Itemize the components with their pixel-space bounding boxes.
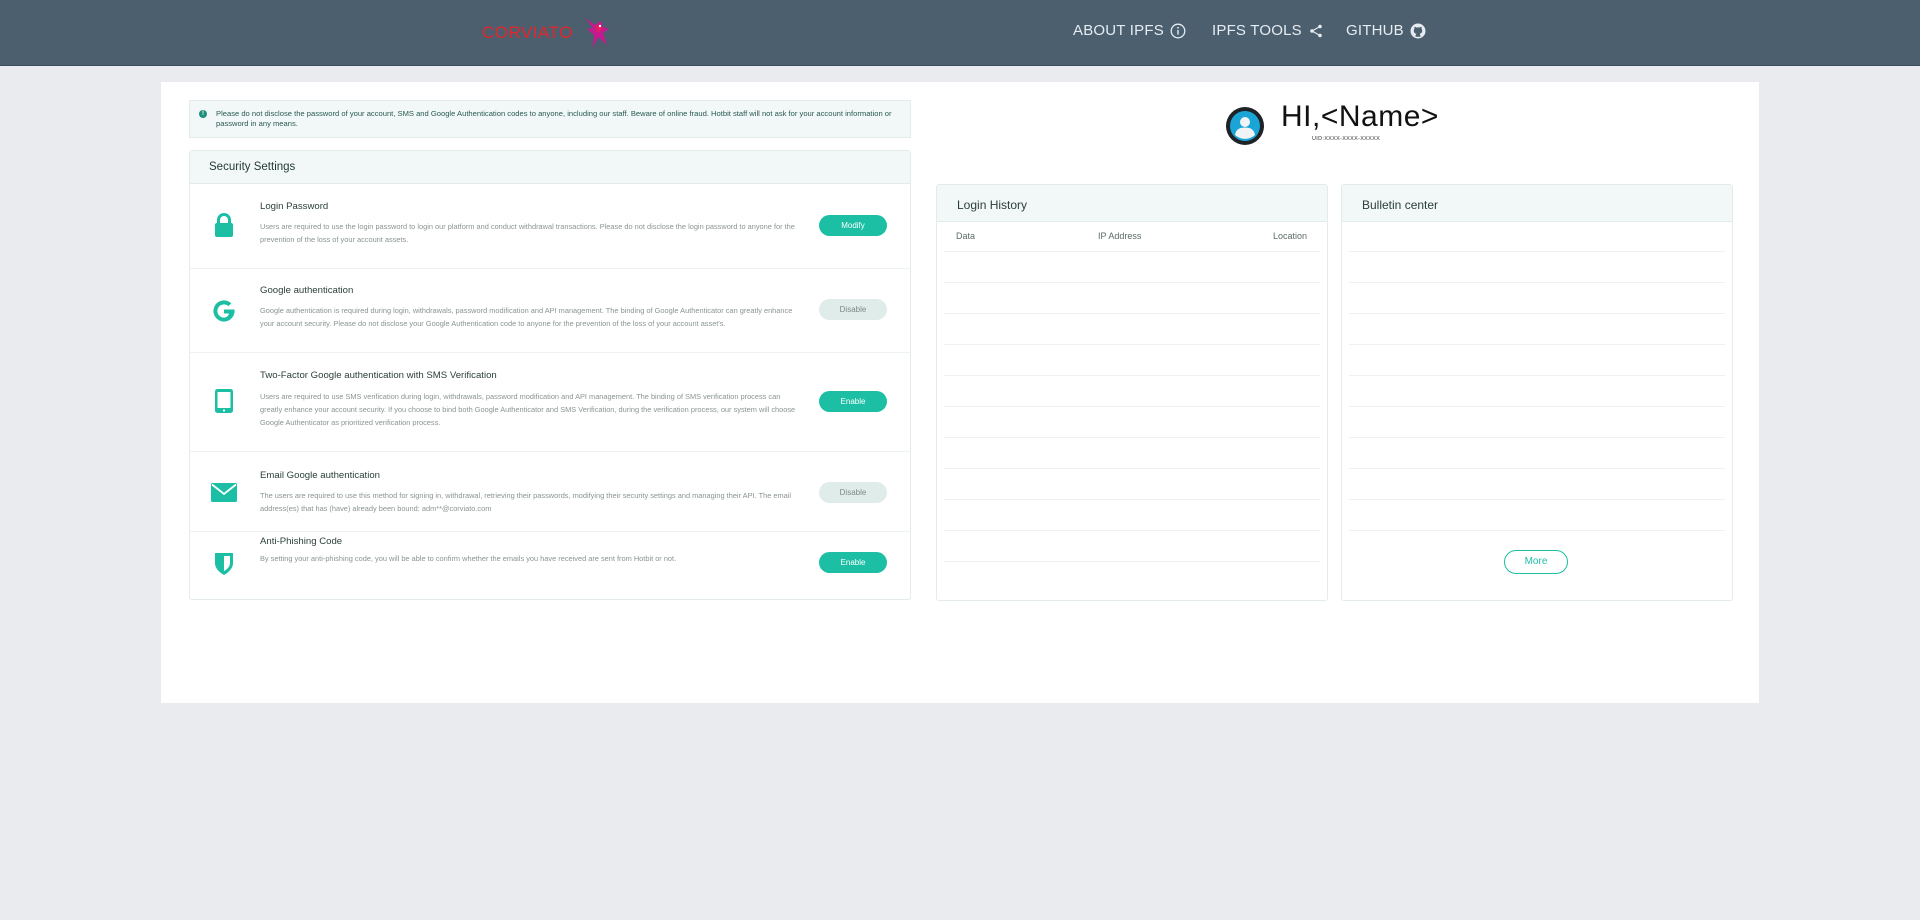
list-divider — [1349, 406, 1725, 407]
list-divider — [1349, 282, 1725, 283]
security-settings-card: Security Settings Login Password Users a… — [189, 150, 911, 600]
security-settings-title: Security Settings — [190, 151, 910, 184]
enable-sms-verification-button[interactable]: Enable — [819, 391, 887, 412]
list-divider — [1349, 499, 1725, 500]
list-divider — [1349, 468, 1725, 469]
sms-verification-title: Two-Factor Google authentication with SM… — [260, 370, 497, 381]
info-circle-icon — [1170, 23, 1186, 38]
list-divider — [1349, 251, 1725, 252]
list-divider — [1349, 313, 1725, 314]
anti-phishing-title: Anti-Phishing Code — [260, 536, 343, 547]
list-divider — [1349, 375, 1725, 376]
table-row-divider — [944, 530, 1320, 531]
list-divider — [1349, 344, 1725, 345]
login-history-title: Login History — [937, 185, 1327, 222]
table-row-divider — [944, 282, 1320, 283]
google-icon — [213, 300, 235, 322]
bulletin-center-card: Bulletin center More — [1341, 184, 1733, 601]
nav-about-label: ABOUT IPFS — [1073, 22, 1164, 39]
table-row-divider — [944, 344, 1320, 345]
brand-name: CORVIATO — [482, 23, 573, 42]
info-icon: ! — [199, 110, 207, 118]
table-row-divider — [944, 437, 1320, 438]
security-row-email-auth: Email Google authentication The users ar… — [190, 452, 910, 532]
security-row-login-password: Login Password Users are required to use… — [190, 185, 910, 269]
bulletin-more-button[interactable]: More — [1504, 550, 1568, 574]
email-auth-desc: The users are required to use this metho… — [260, 491, 792, 513]
table-row-divider — [944, 468, 1320, 469]
enable-anti-phishing-button[interactable]: Enable — [819, 552, 887, 573]
disable-google-auth-button[interactable]: Disable — [819, 299, 887, 320]
column-header-ip-address: IP Address — [1098, 231, 1142, 241]
column-header-location: Location — [1273, 231, 1308, 241]
list-divider — [1349, 530, 1725, 531]
login-password-title: Login Password — [260, 201, 329, 212]
sms-verification-desc: Users are required to use SMS verificati… — [260, 392, 796, 427]
login-history-card: Login History Data IP Address Location — [936, 184, 1328, 601]
table-row-divider — [944, 251, 1320, 252]
brand-logo[interactable]: CORVIATO — [482, 14, 611, 52]
list-divider — [1349, 437, 1725, 438]
user-uid: UID:XXXX-XXXX-XXXXX — [1312, 136, 1381, 142]
google-auth-title: Google authentication — [260, 285, 354, 296]
notice-text: Please do not disclose the password of y… — [216, 109, 892, 128]
security-row-google-auth: Google authentication Google authenticat… — [190, 269, 910, 353]
modify-login-password-button[interactable]: Modify — [819, 215, 887, 236]
top-navbar: CORVIATO ABOUT IPFS IPFS TOOLS GITHUB — [0, 0, 1920, 66]
github-icon — [1410, 23, 1426, 38]
security-row-sms-verification: Two-Factor Google authentication with SM… — [190, 353, 910, 452]
table-row-divider — [944, 313, 1320, 314]
table-row-divider — [944, 561, 1320, 562]
tablet-icon — [215, 389, 233, 413]
bulletin-center-title: Bulletin center — [1342, 185, 1732, 222]
nav-tools-label: IPFS TOOLS — [1212, 22, 1302, 39]
envelope-icon — [211, 483, 237, 502]
nav-ipfs-tools[interactable]: IPFS TOOLS — [1212, 22, 1324, 39]
security-notice: ! Please do not disclose the password of… — [189, 100, 911, 138]
nav-about-ipfs[interactable]: ABOUT IPFS — [1073, 22, 1186, 39]
shield-icon — [215, 553, 233, 575]
google-auth-desc: Google authentication is required during… — [260, 306, 793, 328]
column-header-data: Data — [956, 231, 976, 241]
login-password-desc: Users are required to use the login pass… — [260, 222, 795, 244]
lock-icon — [215, 213, 233, 237]
table-row-divider — [944, 375, 1320, 376]
table-row-divider — [944, 499, 1320, 500]
disable-email-auth-button[interactable]: Disable — [819, 482, 887, 503]
nav-github-label: GITHUB — [1346, 22, 1404, 39]
security-row-anti-phishing: Anti-Phishing Code By setting your anti-… — [190, 532, 910, 600]
bird-logo-icon — [584, 18, 609, 48]
user-greeting: HI,<Name> — [1281, 100, 1439, 133]
table-row-divider — [944, 406, 1320, 407]
avatar[interactable] — [1225, 106, 1265, 146]
email-auth-title: Email Google authentication — [260, 470, 380, 481]
anti-phishing-desc: By setting your anti-phishing code, you … — [260, 554, 677, 563]
nav-github[interactable]: GITHUB — [1346, 22, 1426, 39]
main-panel: ! Please do not disclose the password of… — [161, 82, 1759, 703]
login-history-header: Data IP Address Location — [937, 231, 1327, 247]
share-icon — [1310, 24, 1322, 37]
